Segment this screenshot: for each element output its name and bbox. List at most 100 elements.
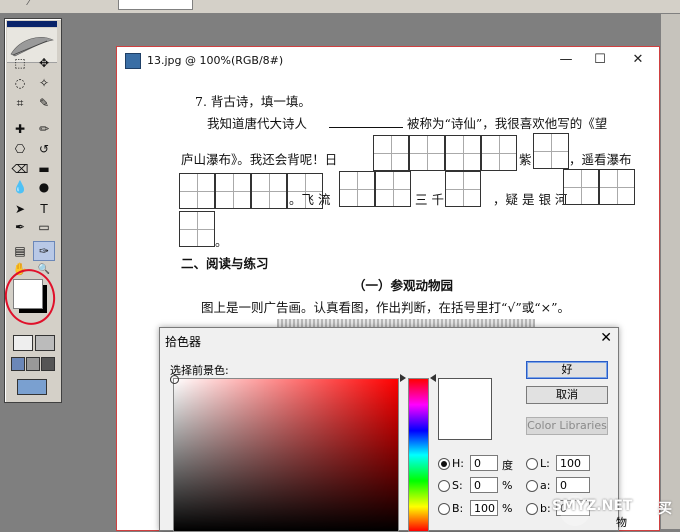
maximize-button[interactable]: ☐	[587, 51, 613, 69]
char-box	[179, 211, 215, 247]
label-a: a:	[540, 479, 551, 492]
char-box	[533, 133, 569, 169]
line2-part3: ，遥看瀑布	[569, 152, 632, 167]
eyedropper-tool-icon[interactable]: ✑	[33, 241, 55, 261]
history-brush-tool-icon[interactable]: ↺	[33, 139, 55, 159]
lasso-tool-icon[interactable]: ◌	[9, 73, 31, 93]
quick-mask-mode-icon[interactable]	[35, 335, 55, 351]
line1-part2: 被称为“诗仙”，我很喜欢他写的《望	[407, 116, 608, 131]
jump-to-imageready-icon[interactable]	[17, 379, 47, 395]
line2-part1: 庐山瀑布》。我还会背呢！日	[181, 152, 338, 167]
char-box	[481, 135, 517, 171]
magic-wand-tool-icon[interactable]: ✧	[33, 73, 55, 93]
unit-b: %	[502, 502, 513, 515]
line2-part2: 紫	[519, 152, 532, 167]
toolbox: ⬚ ✥ ◌ ✧ ⌗ ✎ ✚ ✏ ⎔ ↺ ⌫ ▬ 💧 ● ➤ T ✒ ▭ ▤ ✑ …	[0, 18, 62, 403]
line3-part1: 。飞 流	[289, 192, 331, 207]
path-selection-tool-icon[interactable]: ➤	[9, 199, 31, 219]
char-box	[339, 171, 375, 207]
options-tool-icon[interactable]: ⁄	[28, 0, 30, 9]
input-l[interactable]: 100	[556, 455, 590, 471]
healing-brush-tool-icon[interactable]: ✚	[9, 119, 31, 139]
input-b[interactable]: 100	[470, 500, 498, 516]
options-bar: ⁄	[0, 0, 680, 14]
instruction-text: 图上是一则广告画。认真看图，作出判断，在括号里打“√”或“×”。	[201, 300, 571, 315]
label-l: L:	[540, 457, 550, 470]
ok-button[interactable]: 好	[526, 361, 608, 379]
section-heading: 二、阅读与练习	[181, 256, 269, 271]
crop-tool-icon[interactable]: ⌗	[9, 93, 31, 113]
color-libraries-button[interactable]: Color Libraries	[526, 417, 608, 435]
partial-label: 物	[616, 516, 627, 529]
line3-part2: 三 千	[415, 192, 444, 207]
char-box	[445, 135, 481, 171]
shape-tool-icon[interactable]: ▭	[33, 217, 55, 237]
screen-mode-standard-icon[interactable]	[11, 357, 25, 371]
color-preview	[438, 378, 492, 440]
cancel-button[interactable]: 取消	[526, 386, 608, 404]
screen-mode-full-icon[interactable]	[41, 357, 55, 371]
color-field[interactable]	[170, 375, 399, 532]
quick-mask-standard-icon[interactable]	[13, 335, 33, 351]
document-titlebar[interactable]: 13.jpg @ 100%(RGB/8#) — ☐ ✕	[117, 47, 659, 75]
input-a[interactable]: 0	[556, 477, 590, 493]
notes-tool-icon[interactable]: ▤	[9, 241, 31, 261]
right-panel-edge	[660, 14, 680, 529]
radio-h[interactable]	[438, 458, 450, 470]
options-dropdown[interactable]	[118, 0, 193, 10]
radio-lab-b[interactable]	[526, 503, 538, 515]
gradient-tool-icon[interactable]: ▬	[33, 159, 55, 179]
document-title: 13.jpg @ 100%(RGB/8#)	[147, 54, 284, 67]
blank-poet	[329, 115, 403, 128]
char-box	[375, 171, 411, 207]
dialog-title: 拾色器	[165, 335, 202, 349]
char-box	[409, 135, 445, 171]
pen-tool-icon[interactable]: ✒	[9, 217, 31, 237]
radio-a[interactable]	[526, 480, 538, 492]
minimize-button[interactable]: —	[553, 51, 579, 69]
close-button[interactable]: ✕	[625, 51, 651, 69]
color-picker-dialog: 拾色器 ✕ 选择前景色: 好 取消 Color Libraries H: 0 度…	[159, 327, 627, 532]
label-lab-b: b:	[540, 502, 551, 515]
watermark-text-extra: 买	[658, 501, 672, 517]
char-box	[251, 173, 287, 209]
marquee-tool-icon[interactable]: ⬚	[9, 53, 31, 73]
char-box	[373, 135, 409, 171]
screen-mode-full-menu-icon[interactable]	[26, 357, 40, 371]
type-tool-icon[interactable]: T	[33, 199, 55, 219]
dialog-close-icon[interactable]: ✕	[600, 330, 612, 346]
hue-slider-arrow-left-icon[interactable]	[400, 374, 406, 382]
char-box	[563, 169, 599, 205]
dodge-tool-icon[interactable]: ●	[33, 177, 55, 197]
char-box	[215, 173, 251, 209]
select-foreground-label: 选择前景色:	[170, 364, 229, 377]
toolbox-titlebar[interactable]	[7, 21, 57, 27]
char-box	[599, 169, 635, 205]
input-h[interactable]: 0	[470, 455, 498, 471]
unit-h: 度	[502, 459, 513, 472]
line4-part1: 。	[215, 234, 228, 249]
eraser-tool-icon[interactable]: ⌫	[9, 159, 31, 179]
char-box	[179, 173, 215, 209]
radio-s[interactable]	[438, 480, 450, 492]
char-box	[445, 171, 481, 207]
unit-s: %	[502, 479, 513, 492]
label-h: H:	[452, 457, 464, 470]
hue-slider[interactable]	[408, 378, 429, 532]
question-7: 7. 背古诗，填一填。	[195, 94, 311, 109]
blur-tool-icon[interactable]: 💧	[9, 177, 31, 197]
radio-b[interactable]	[438, 503, 450, 515]
line3-part3: ，疑 是 银 河	[493, 192, 568, 207]
radio-l[interactable]	[526, 458, 538, 470]
hue-slider-arrow-right-icon[interactable]	[430, 374, 436, 382]
brush-tool-icon[interactable]: ✏	[33, 119, 55, 139]
input-s[interactable]: 0	[470, 477, 498, 493]
section-subtitle: （一）参观动物园	[353, 278, 454, 293]
color-field-cursor[interactable]	[170, 375, 179, 384]
document-icon	[125, 53, 141, 69]
watermark-text: SMYZ.NET	[552, 498, 633, 514]
move-tool-icon[interactable]: ✥	[33, 53, 55, 73]
clone-stamp-tool-icon[interactable]: ⎔	[9, 139, 31, 159]
slice-tool-icon[interactable]: ✎	[33, 93, 55, 113]
label-b: B:	[452, 502, 464, 515]
